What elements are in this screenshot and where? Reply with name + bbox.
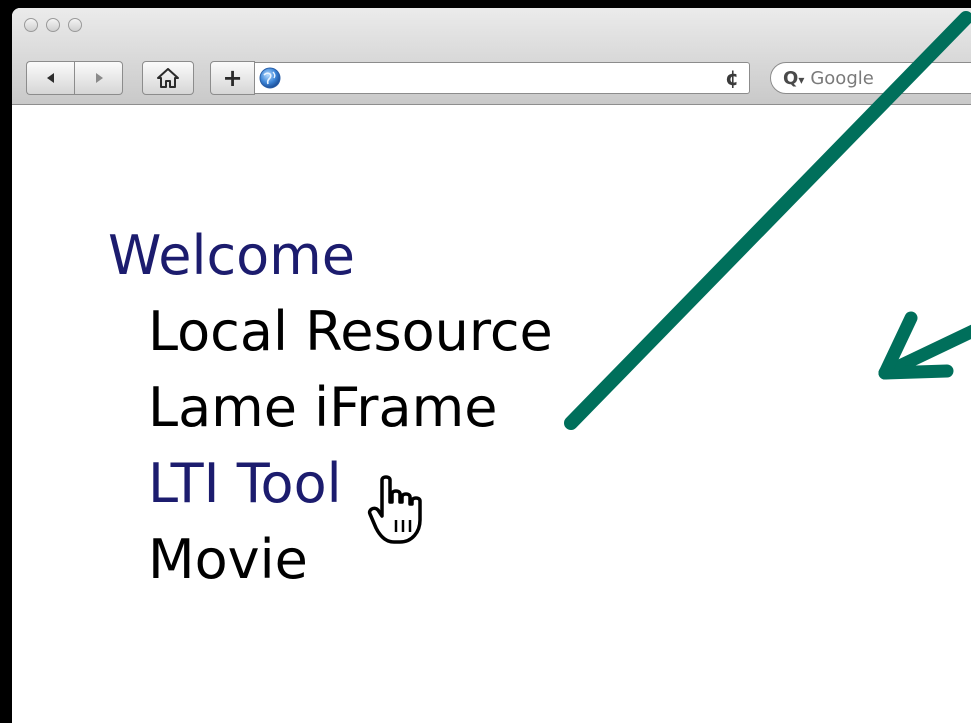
zoom-window-button[interactable]	[68, 18, 82, 32]
nav-welcome-link[interactable]: Welcome	[108, 226, 355, 286]
browser-window: + ¢ Q▾ Google Welcome Local Resource Lam…	[12, 8, 971, 723]
nav-item-local-resource[interactable]: Local Resource	[148, 302, 553, 362]
globe-icon	[259, 67, 281, 89]
add-bookmark-label: +	[222, 64, 243, 92]
magnifier-icon: Q▾	[783, 68, 804, 89]
forward-arrow-icon	[95, 73, 103, 83]
nav-item-lti-tool[interactable]: LTI Tool	[148, 454, 342, 514]
minimize-window-button[interactable]	[46, 18, 60, 32]
address-bar[interactable]: ¢	[254, 62, 750, 94]
home-icon	[157, 68, 179, 88]
nav-item-movie[interactable]: Movie	[148, 530, 308, 590]
magnifier-glyph: Q	[783, 67, 799, 89]
reload-icon[interactable]: ¢	[725, 66, 739, 90]
browser-toolbar: + ¢ Q▾ Google	[12, 8, 971, 105]
back-arrow-icon	[46, 73, 54, 83]
screenshot-stage: + ¢ Q▾ Google Welcome Local Resource Lam…	[0, 0, 971, 723]
home-button[interactable]	[142, 61, 194, 95]
back-button[interactable]	[26, 61, 74, 95]
add-bookmark-button[interactable]: +	[210, 61, 255, 95]
forward-button[interactable]	[75, 61, 123, 95]
search-field[interactable]: Q▾ Google	[770, 62, 971, 94]
search-placeholder: Google	[810, 67, 874, 89]
close-window-button[interactable]	[24, 18, 38, 32]
nav-item-lame-iframe[interactable]: Lame iFrame	[148, 378, 497, 438]
search-caret-icon: ▾	[798, 72, 805, 87]
page-content: Welcome Local Resource Lame iFrame LTI T…	[12, 105, 971, 723]
